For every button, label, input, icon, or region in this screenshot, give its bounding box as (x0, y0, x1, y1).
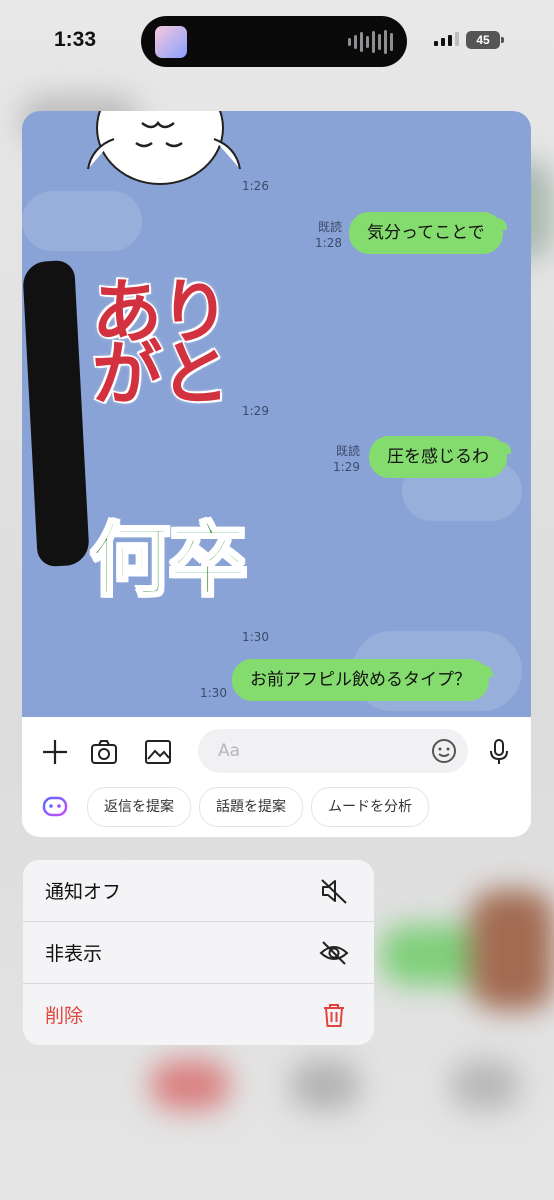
chip-suggest-topic[interactable]: 話題を提案 (199, 787, 303, 827)
message-timestamp: 1:30 (242, 630, 269, 644)
plus-icon[interactable] (40, 737, 70, 767)
obscuring-object (22, 259, 90, 568)
image-icon[interactable] (143, 737, 173, 767)
context-menu: 通知オフ 非表示 削除 (23, 860, 374, 1045)
background-blob (150, 1060, 230, 1110)
chip-suggest-reply[interactable]: 返信を提案 (87, 787, 191, 827)
sent-message-bubble[interactable]: お前アフピル飲めるタイプ？ (232, 659, 493, 701)
audio-waveform-icon (348, 30, 393, 54)
status-time: 1:33 (54, 28, 97, 51)
microphone-icon[interactable] (484, 737, 514, 767)
message-timestamp: 1:29 (333, 460, 360, 474)
sent-message-bubble[interactable]: 気分ってことで (349, 212, 507, 254)
menu-item-label: 非表示 (45, 943, 103, 965)
menu-item-mute[interactable]: 通知オフ (23, 860, 374, 921)
camera-icon[interactable] (89, 737, 119, 767)
nanisotsu-sticker[interactable]: 何卒 (89, 496, 250, 612)
background-blob (450, 1060, 520, 1110)
read-label: 既読 (317, 220, 342, 234)
cellular-signal-icon (434, 32, 459, 46)
message-input[interactable]: Aa (198, 729, 468, 773)
battery-cap (501, 37, 504, 43)
bear-arm-icon (87, 138, 115, 170)
message-timestamp: 1:26 (242, 179, 269, 193)
trash-icon (324, 1004, 344, 1027)
menu-item-label: 削除 (45, 1005, 84, 1027)
read-receipt: 既読 1:29 (310, 443, 360, 475)
chat-history[interactable]: 1:26 既読 1:28 気分ってことで あり がと 1:29 既読 1:29 … (22, 111, 531, 717)
emoji-icon[interactable] (430, 737, 458, 765)
menu-item-label: 通知オフ (45, 881, 122, 903)
menu-item-hide[interactable]: 非表示 (23, 922, 374, 983)
background-blob (470, 890, 554, 1010)
sticker-text-line: がと (91, 333, 232, 415)
eye-slash-icon (319, 941, 349, 965)
sent-message-bubble[interactable]: 圧を感じるわ (369, 436, 511, 478)
chat-preview-card[interactable]: 1:26 既読 1:28 気分ってことで あり がと 1:29 既読 1:29 … (22, 111, 531, 837)
chip-analyze-mood[interactable]: ムードを分析 (311, 787, 429, 827)
bear-arm-icon (213, 138, 241, 170)
menu-item-delete[interactable]: 削除 (23, 984, 374, 1045)
status-bar: 1:33 45 (0, 0, 554, 86)
now-playing-artwork (155, 26, 187, 58)
message-timestamp: 1:30 (200, 686, 227, 700)
background-cloud (22, 191, 142, 251)
arigato-sticker[interactable]: あり がと (91, 276, 232, 415)
message-timestamp: 1:28 (315, 236, 342, 250)
message-input-placeholder: Aa (218, 741, 241, 761)
background-blob (290, 1060, 360, 1110)
suggestion-bar: 返信を提案 話題を提案 ムードを分析 (22, 785, 531, 835)
message-input-bar: Aa (22, 717, 531, 787)
message-timestamp: 1:29 (242, 404, 269, 418)
dynamic-island[interactable] (141, 16, 407, 67)
speaker-mute-icon (321, 879, 347, 904)
read-receipt: 既読 1:28 (292, 219, 342, 251)
read-label: 既読 (335, 444, 360, 458)
battery-icon: 45 (466, 31, 500, 49)
ai-assistant-icon[interactable] (40, 791, 70, 821)
